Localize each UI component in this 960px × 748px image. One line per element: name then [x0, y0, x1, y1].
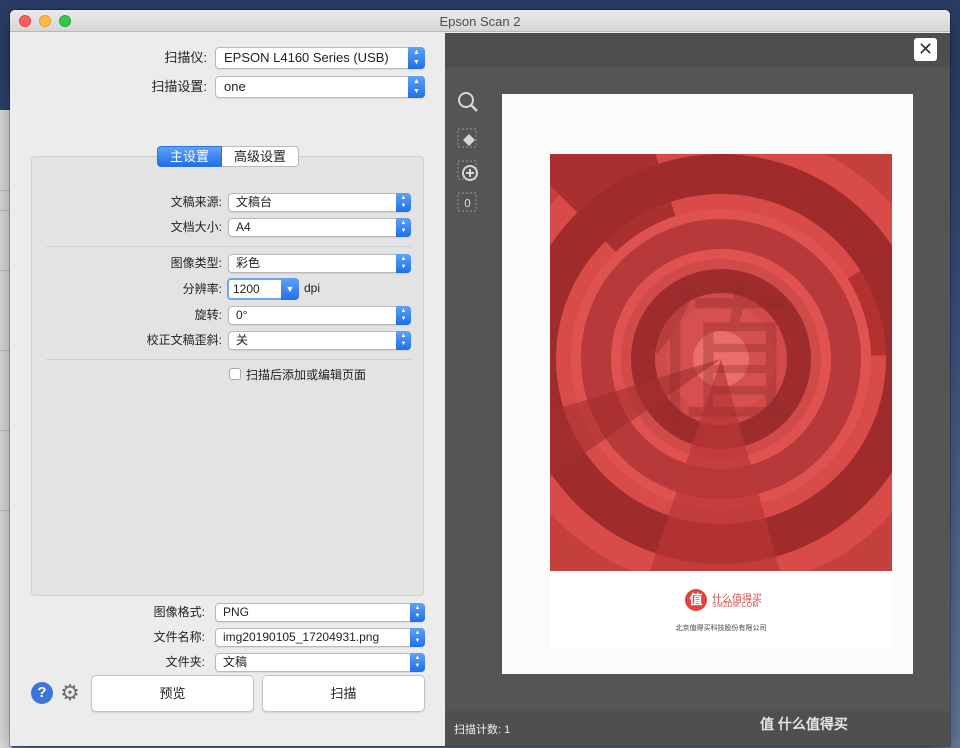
resolution-unit: dpi [304, 281, 321, 295]
preview-toolbar [445, 33, 950, 67]
smzdm-logo-icon: 值 [685, 589, 707, 611]
size-label: 文档大小: [170, 220, 222, 234]
stepper-icon: ▲ ▼ [396, 306, 411, 325]
cover-stamp-char: 值 [646, 271, 796, 445]
source-value: 文稿台 [236, 195, 273, 209]
site-watermark: 值 什么值得买 [760, 716, 848, 732]
folder-value: 文稿 [223, 655, 248, 669]
size-value: A4 [236, 220, 251, 234]
tab-advanced-settings[interactable]: 高级设置 [222, 146, 300, 167]
image-type-label: 图像类型: [170, 256, 222, 270]
scan-settings-select[interactable]: one ▲ ▼ [215, 76, 425, 98]
deskew-value: 关 [236, 333, 249, 347]
rotate-label: 旋转: [194, 308, 222, 322]
rotate-value: 0° [236, 308, 248, 322]
filename-select[interactable]: img20190105_17204931.png ▲ ▼ [215, 628, 425, 647]
stepper-icon: ▲ ▼ [396, 254, 411, 273]
epson-scan-window: Epson Scan 2 扫描仪: EPSON L4160 Series (US… [10, 10, 950, 746]
scanner-label: 扫描仪: [164, 50, 207, 65]
source-select[interactable]: 文稿台 ▲ ▼ [228, 193, 411, 212]
stepper-icon: ▲ ▼ [410, 603, 425, 622]
folder-select[interactable]: 文稿 ▲ ▼ [215, 653, 425, 672]
image-type-value: 彩色 [236, 256, 261, 270]
divider [46, 359, 411, 360]
deskew-select[interactable]: 关 ▲ ▼ [228, 331, 411, 350]
settings-panel: 扫描仪: EPSON L4160 Series (USB) ▲ ▼ 扫描设置: o… [10, 33, 445, 746]
titlebar: Epson Scan 2 [10, 10, 950, 32]
status-bar: 扫描计数: 1 值 什么值得买 [445, 711, 950, 746]
tab-main-settings[interactable]: 主设置 [157, 146, 223, 167]
stepper-icon: ▲ ▼ [396, 218, 411, 237]
brand-name-en: SMZDM.COM [712, 602, 759, 609]
preview-button[interactable]: 预览 [91, 675, 254, 712]
filename-label: 文件名称: [153, 630, 205, 644]
scanner-select[interactable]: EPSON L4160 Series (USB) ▲ ▼ [215, 47, 425, 69]
scan-preview-image[interactable]: 值 值 什么值得买 SMZDM.COM 北京值得买科技股份有限公司 [502, 94, 913, 674]
resolution-combo[interactable]: 1200 ▼ [227, 278, 299, 300]
scan-button[interactable]: 扫描 [262, 675, 425, 712]
rotate-select[interactable]: 0° ▲ ▼ [228, 306, 411, 325]
resolution-label: 分辨率: [182, 282, 222, 296]
scan-settings-value: one [224, 79, 246, 94]
scan-count: 扫描计数: 1 [454, 724, 511, 736]
help-icon[interactable]: ? [31, 682, 53, 704]
stepper-icon: ▲ ▼ [410, 628, 425, 647]
scanner-value: EPSON L4160 Series (USB) [224, 50, 389, 65]
stepper-icon: ▲ ▼ [396, 193, 411, 212]
image-type-select[interactable]: 彩色 ▲ ▼ [228, 254, 411, 273]
main-settings-group: 文稿来源: 文稿台 ▲ ▼ 文档大小: A4 ▲ ▼ 图像类型: 彩色 ▲ ▼ 分辨率… [31, 156, 424, 596]
divider [46, 246, 411, 247]
scan-settings-label: 扫描设置: [151, 79, 207, 94]
resolution-value: 1200 [233, 282, 260, 296]
magnifier-icon[interactable] [455, 89, 481, 115]
window-title: Epson Scan 2 [439, 14, 521, 29]
add-edit-checkbox[interactable] [229, 368, 241, 380]
gear-icon[interactable]: ⚙ [58, 681, 82, 705]
deskew-label: 校正文稿歪斜: [146, 333, 222, 347]
cover-footer [550, 571, 892, 648]
page-count-badge: 0 [464, 197, 471, 210]
format-label: 图像格式: [153, 605, 205, 619]
eraser-icon[interactable] [455, 126, 481, 152]
settings-tabs: 主设置 高级设置 [157, 146, 300, 167]
add-page-icon[interactable] [455, 158, 481, 184]
size-select[interactable]: A4 ▲ ▼ [228, 218, 411, 237]
close-icon[interactable]: ✕ [914, 38, 937, 61]
format-value: PNG [223, 605, 250, 619]
book-cover-art: 值 [550, 154, 892, 571]
stepper-icon: ▲ ▼ [396, 331, 411, 350]
filename-value: img20190105_17204931.png [223, 630, 380, 644]
company-name: 北京值得买科技股份有限公司 [675, 625, 767, 632]
format-select[interactable]: PNG ▲ ▼ [215, 603, 425, 622]
stepper-icon: ▲ ▼ [408, 76, 425, 98]
preview-panel: ✕ 0 值 值 什么值得买 SMZDM.COM 北京值得买科技股份有限公司 扫描… [445, 33, 950, 746]
add-edit-label: 扫描后添加或编辑页面 [246, 368, 367, 382]
folder-label: 文件夹: [165, 655, 205, 669]
source-label: 文稿来源: [170, 195, 222, 209]
stepper-icon: ▲ ▼ [408, 47, 425, 69]
chevron-down-icon[interactable]: ▼ [281, 278, 299, 300]
page-count-icon[interactable]: 0 [455, 190, 481, 216]
stepper-icon: ▲ ▼ [410, 653, 425, 672]
